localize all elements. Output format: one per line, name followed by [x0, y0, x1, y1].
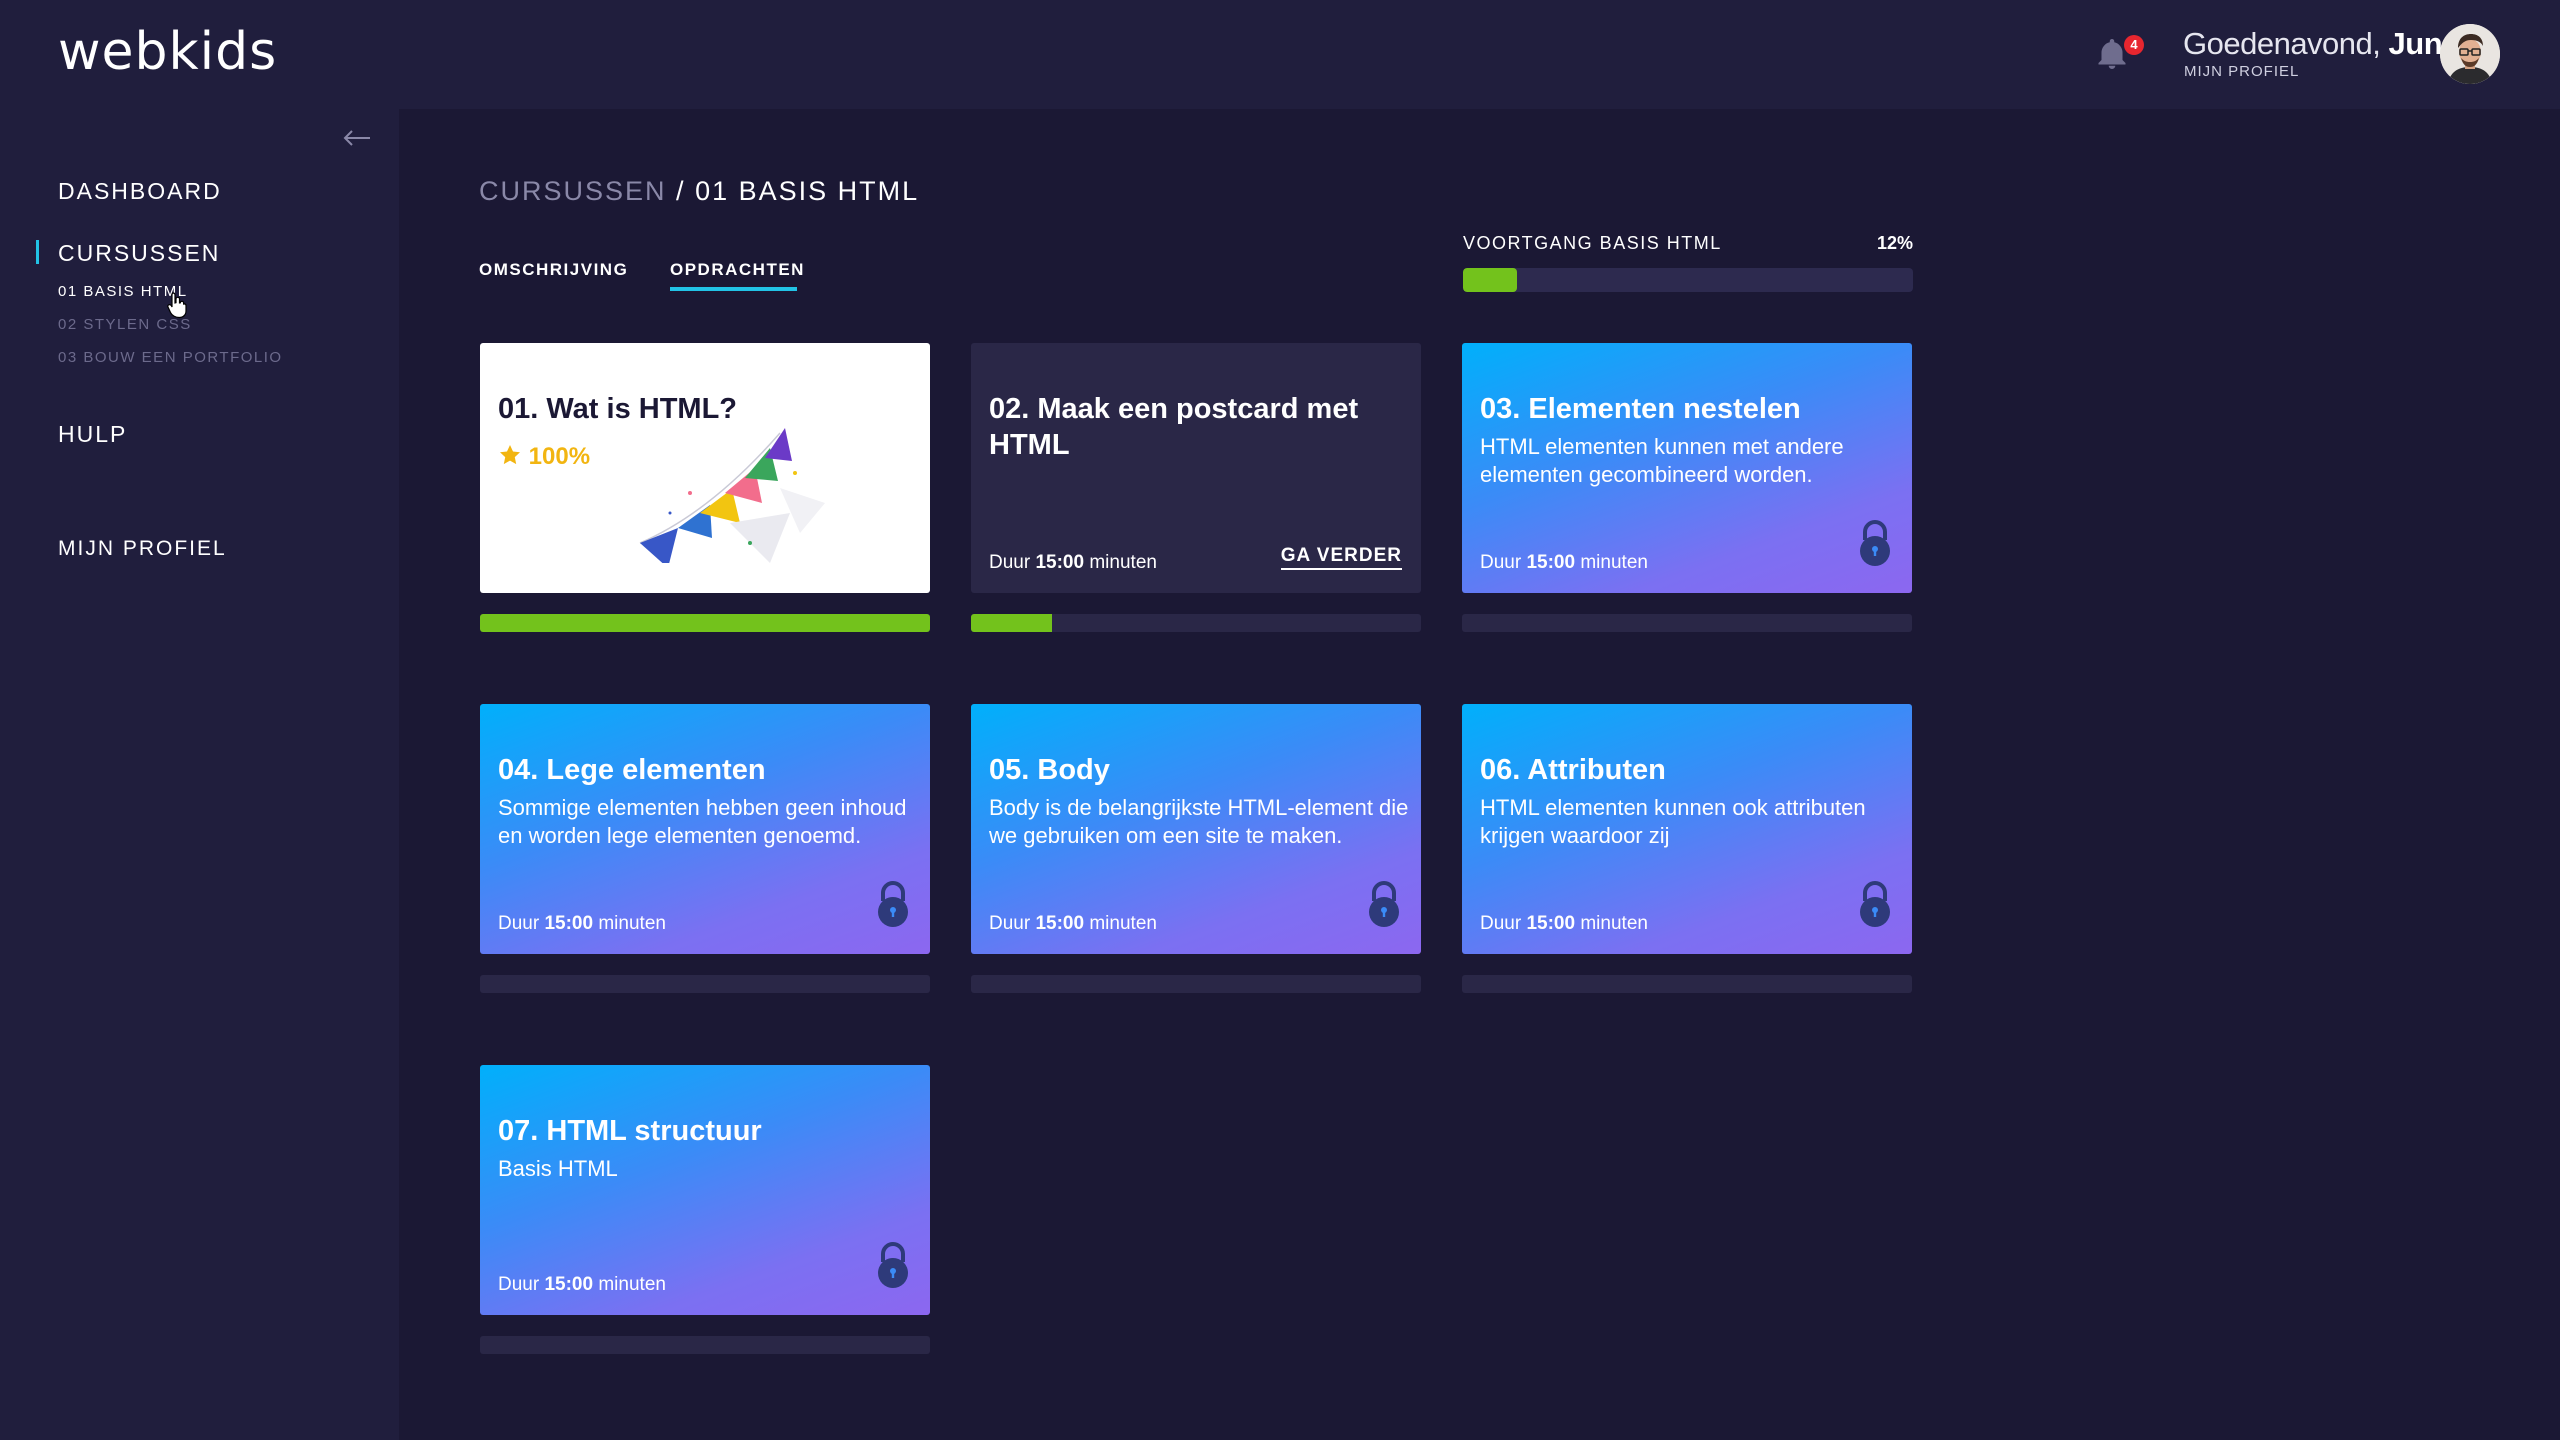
duration-prefix: Duur [498, 1274, 540, 1295]
course-progress-percent: 12% [1876, 233, 1913, 253]
my-profile-link[interactable]: MIJN PROFIEL [2184, 63, 2299, 80]
lock-icon [878, 881, 908, 927]
tab-omschrijving[interactable]: OMSCHRIJVING [479, 260, 628, 280]
continue-button[interactable]: GA VERDER [1280, 545, 1402, 570]
card-progress-bar-2 [971, 614, 1421, 632]
duration-prefix: Duur [989, 552, 1031, 573]
duration-value: 15:00 [1526, 552, 1576, 573]
logo[interactable]: webkids [58, 22, 277, 82]
card-description: Basis HTML [498, 1156, 618, 1181]
duration-suffix: minuten [1580, 552, 1648, 573]
assignment-card-3[interactable]: 03. Elementen nestelen HTML elementen ku… [1462, 343, 1912, 593]
card-title: 07. HTML structuur [498, 1115, 762, 1147]
duration-value: 15:00 [1526, 913, 1576, 934]
bunting-illustration [639, 428, 825, 563]
course-progress-label: VOORTGANG BASIS HTML [1463, 233, 1722, 253]
card-progress-bar-6 [1462, 975, 1912, 993]
duration-suffix: minuten [1089, 552, 1157, 573]
card-title: 05. Body [989, 754, 1110, 786]
arrow-left-icon[interactable] [342, 128, 372, 148]
tab-opdrachten[interactable]: OPDRACHTEN [670, 260, 805, 280]
card-description: Body is de belangrijkste HTML-element di… [989, 795, 1409, 848]
assignment-card-2[interactable]: 02. Maak een postcard met HTML Duur 15:0… [971, 343, 1421, 593]
sidebar-item-dashboard[interactable]: DASHBOARD [58, 178, 222, 205]
active-indicator [36, 240, 39, 264]
card-progress-bar-1 [480, 614, 930, 632]
active-tab-underline [670, 287, 797, 291]
duration-suffix: minuten [1580, 913, 1648, 934]
card-score-value: 100% [528, 443, 591, 470]
duration-value: 15:00 [1035, 552, 1085, 573]
top-bar: webkids 4 Goedenavond, Jun MIJN PROFIEL [0, 0, 2560, 109]
duration-prefix: Duur [1480, 913, 1522, 934]
sidebar [0, 109, 399, 1440]
card-progress-fill [480, 614, 930, 632]
duration-prefix: Duur [989, 913, 1031, 934]
card-title: 06. Attributen [1480, 754, 1666, 786]
card-duration: Duur 15:00 minuten [498, 1274, 666, 1296]
sidebar-subitem-bouw-een-portfolio[interactable]: 03 BOUW EEN PORTFOLIO [58, 349, 283, 366]
greeting: Goedenavond, Jun [2183, 26, 2443, 62]
breadcrumb: CURSUSSEN / 01 BASIS HTML [479, 176, 919, 207]
breadcrumb-current: 01 BASIS HTML [695, 176, 920, 206]
card-duration: Duur 15:00 minuten [989, 913, 1157, 935]
card-duration: Duur 15:00 minuten [1480, 552, 1648, 574]
duration-value: 15:00 [544, 913, 594, 934]
card-duration: Duur 15:00 minuten [1480, 913, 1648, 935]
card-progress-bar-4 [480, 975, 930, 993]
sidebar-item-mijn-profiel[interactable]: MIJN PROFIEL [58, 537, 227, 561]
star-icon [500, 445, 520, 465]
duration-prefix: Duur [1480, 552, 1522, 573]
duration-prefix: Duur [498, 913, 540, 934]
duration-suffix: minuten [1089, 913, 1157, 934]
user-name: Jun [2388, 26, 2443, 61]
duration-value: 15:00 [544, 1274, 594, 1295]
assignment-card-5[interactable]: 05. Body Body is de belangrijkste HTML-e… [971, 704, 1421, 954]
duration-suffix: minuten [598, 913, 666, 934]
notification-badge: 4 [2124, 35, 2144, 55]
breadcrumb-separator: / [676, 176, 686, 206]
card-title: 04. Lege elementen [498, 754, 766, 786]
card-progress-bar-5 [971, 975, 1421, 993]
lock-icon [1860, 881, 1890, 927]
duration-suffix: minuten [598, 1274, 666, 1295]
course-progress-fill [1463, 268, 1517, 292]
duration-value: 15:00 [1035, 913, 1085, 934]
card-title: 03. Elementen nestelen [1480, 393, 1801, 425]
assignment-card-1[interactable]: 01. Wat is HTML? 100% [480, 343, 930, 593]
card-score: 100% [498, 443, 590, 471]
course-progress-bar [1463, 268, 1913, 292]
avatar[interactable] [2440, 24, 2500, 84]
sidebar-item-cursussen[interactable]: CURSUSSEN [58, 240, 220, 267]
card-duration: Duur 15:00 minuten [498, 913, 666, 935]
lock-icon [1369, 881, 1399, 927]
sidebar-item-hulp[interactable]: HULP [58, 421, 127, 448]
card-title: 02. Maak een postcard met HTML [989, 393, 1359, 461]
assignment-card-6[interactable]: 06. Attributen HTML elementen kunnen ook… [1462, 704, 1912, 954]
card-description: Sommige elementen hebben geen inhoud en … [498, 795, 907, 848]
card-progress-fill [971, 614, 1052, 632]
card-description: HTML elementen kunnen met andere element… [1480, 434, 1844, 487]
card-description: HTML elementen kunnen ook attributen kri… [1480, 795, 1866, 848]
card-progress-bar-3 [1462, 614, 1912, 632]
assignment-card-7[interactable]: 07. HTML structuur Basis HTML Duur 15:00… [480, 1065, 930, 1315]
hand-cursor-icon [167, 292, 187, 319]
lock-icon [878, 1242, 908, 1288]
assignment-card-4[interactable]: 04. Lege elementen Sommige elementen heb… [480, 704, 930, 954]
card-duration: Duur 15:00 minuten [989, 552, 1157, 574]
card-progress-bar-7 [480, 1336, 930, 1354]
breadcrumb-parent[interactable]: CURSUSSEN [479, 176, 667, 206]
lock-icon [1860, 520, 1890, 566]
greeting-prefix: Goedenavond, [2183, 26, 2381, 61]
